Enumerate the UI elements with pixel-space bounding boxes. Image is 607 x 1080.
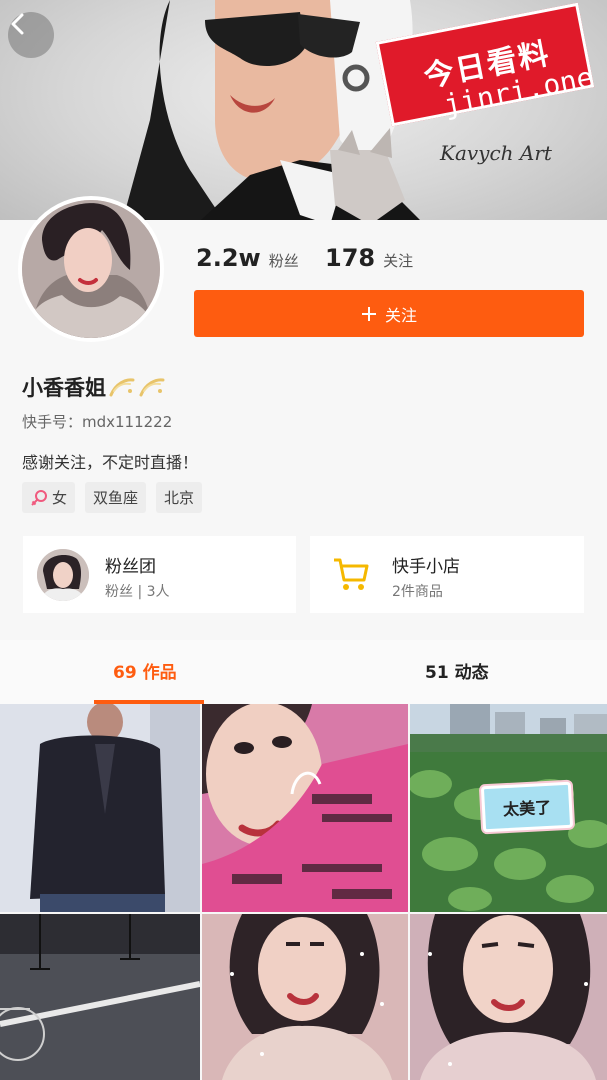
fan-group-avatar — [37, 549, 89, 601]
kuaishou-id: 快手号：mdx111222 — [22, 413, 173, 431]
content-tabs: 69 作品 51 动态 — [0, 640, 607, 704]
works-grid: 太美了 — [0, 704, 607, 1080]
tab-moments-count: 51 — [425, 663, 449, 683]
back-arrow-icon — [11, 13, 24, 35]
avatar-image — [22, 200, 160, 338]
work-image — [0, 704, 200, 912]
fan-group-subtitle: 粉丝 | 3人 — [105, 584, 170, 600]
work-thumbnail[interactable] — [410, 914, 607, 1080]
shop-title: 快手小店 — [392, 557, 460, 577]
fan-group-title: 粉丝团 — [105, 557, 156, 577]
nickname-text: 小香香姐 — [22, 376, 106, 400]
work-thumbnail[interactable] — [202, 704, 408, 912]
tab-moments-label: 动态 — [454, 663, 489, 683]
shop-subtitle: 2件商品 — [392, 584, 443, 600]
follow-button[interactable]: 关注 — [194, 290, 584, 337]
gender-label: 女 — [52, 489, 68, 507]
fans-count: 2.2w — [196, 244, 261, 272]
work-image — [202, 704, 408, 912]
follow-button-label: 关注 — [384, 305, 417, 325]
fan-group-entry[interactable]: 粉丝团 粉丝 | 3人 — [23, 536, 296, 613]
zodiac-tag: 双鱼座 — [85, 482, 147, 513]
tab-moments[interactable]: 51 动态 — [425, 658, 489, 683]
work-image — [0, 914, 200, 1080]
work-thumbnail[interactable] — [202, 914, 408, 1080]
following-count: 178 — [325, 244, 376, 272]
fan-group-avatar-image — [37, 549, 89, 601]
female-icon — [31, 489, 47, 506]
city-label: 北京 — [164, 489, 195, 507]
work-thumbnail[interactable]: 太美了 — [410, 704, 607, 912]
work-thumbnail[interactable] — [0, 914, 200, 1080]
profile-tags: 女 双鱼座 北京 — [22, 482, 203, 513]
work-thumbnail[interactable] — [0, 704, 200, 912]
nickname: 小香香姐 — [22, 372, 166, 402]
zodiac-label: 双鱼座 — [93, 489, 139, 507]
sparkle-emoji-icon — [139, 378, 165, 397]
sparkle-emoji-icon — [109, 378, 135, 397]
city-tag: 北京 — [156, 482, 203, 513]
fans-label: 粉丝 — [268, 252, 299, 270]
gender-tag: 女 — [22, 482, 76, 513]
tab-works[interactable]: 69 作品 — [113, 658, 177, 683]
following-label: 关注 — [383, 252, 414, 270]
shop-entry[interactable]: 快手小店 2件商品 — [310, 536, 584, 613]
avatar[interactable] — [18, 196, 164, 342]
tab-works-label: 作品 — [142, 663, 177, 683]
work-image — [202, 914, 408, 1080]
following-stat[interactable]: 178 关注 — [325, 244, 413, 272]
tab-works-count: 69 — [113, 663, 137, 683]
fans-stat[interactable]: 2.2w 粉丝 — [196, 244, 299, 272]
svg-text:Kavych Art: Kavych Art — [439, 141, 553, 165]
back-button[interactable] — [8, 12, 54, 58]
bio-text: 感谢关注，不定时直播！ — [22, 453, 199, 472]
work-image — [410, 914, 607, 1080]
plus-icon — [361, 306, 376, 321]
text-sticker: 太美了 — [480, 781, 574, 833]
shopping-cart-icon — [334, 558, 369, 590]
